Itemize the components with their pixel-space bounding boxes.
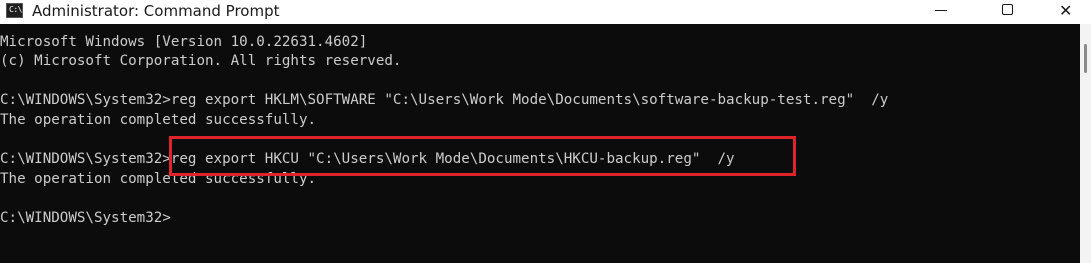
vertical-scrollbar[interactable] bbox=[1080, 24, 1091, 263]
minimize-icon bbox=[935, 10, 947, 11]
command-prompt-window: C:\ Administrator: Command Prompt ✕ Micr… bbox=[0, 0, 1091, 263]
title-bar[interactable]: C:\ Administrator: Command Prompt ✕ bbox=[0, 0, 1091, 24]
cmd-icon: C:\ bbox=[6, 3, 23, 18]
console-line: C:\WINDOWS\System32>reg export HKLM\SOFT… bbox=[0, 92, 889, 108]
close-icon: ✕ bbox=[1059, 1, 1073, 20]
cmd-icon-text: C:\ bbox=[9, 5, 22, 14]
console-line: The operation completed successfully. bbox=[0, 171, 317, 187]
maximize-icon bbox=[1002, 4, 1013, 15]
console-line: C:\WINDOWS\System32>reg export HKCU "C:\… bbox=[0, 151, 735, 167]
window-title: Administrator: Command Prompt bbox=[32, 2, 280, 20]
console-line: (c) Microsoft Corporation. All rights re… bbox=[0, 53, 402, 69]
minimize-button[interactable] bbox=[918, 0, 964, 24]
console-line: The operation completed successfully. bbox=[0, 112, 317, 128]
scrollbar-thumb[interactable] bbox=[1084, 44, 1087, 73]
maximize-button[interactable] bbox=[984, 0, 1030, 24]
console-output[interactable]: Microsoft Windows [Version 10.0.22631.46… bbox=[0, 24, 1080, 263]
console-prompt-line[interactable]: C:\WINDOWS\System32> bbox=[0, 208, 171, 228]
console-line: Microsoft Windows [Version 10.0.22631.46… bbox=[0, 34, 368, 50]
close-button[interactable]: ✕ bbox=[1045, 0, 1091, 24]
